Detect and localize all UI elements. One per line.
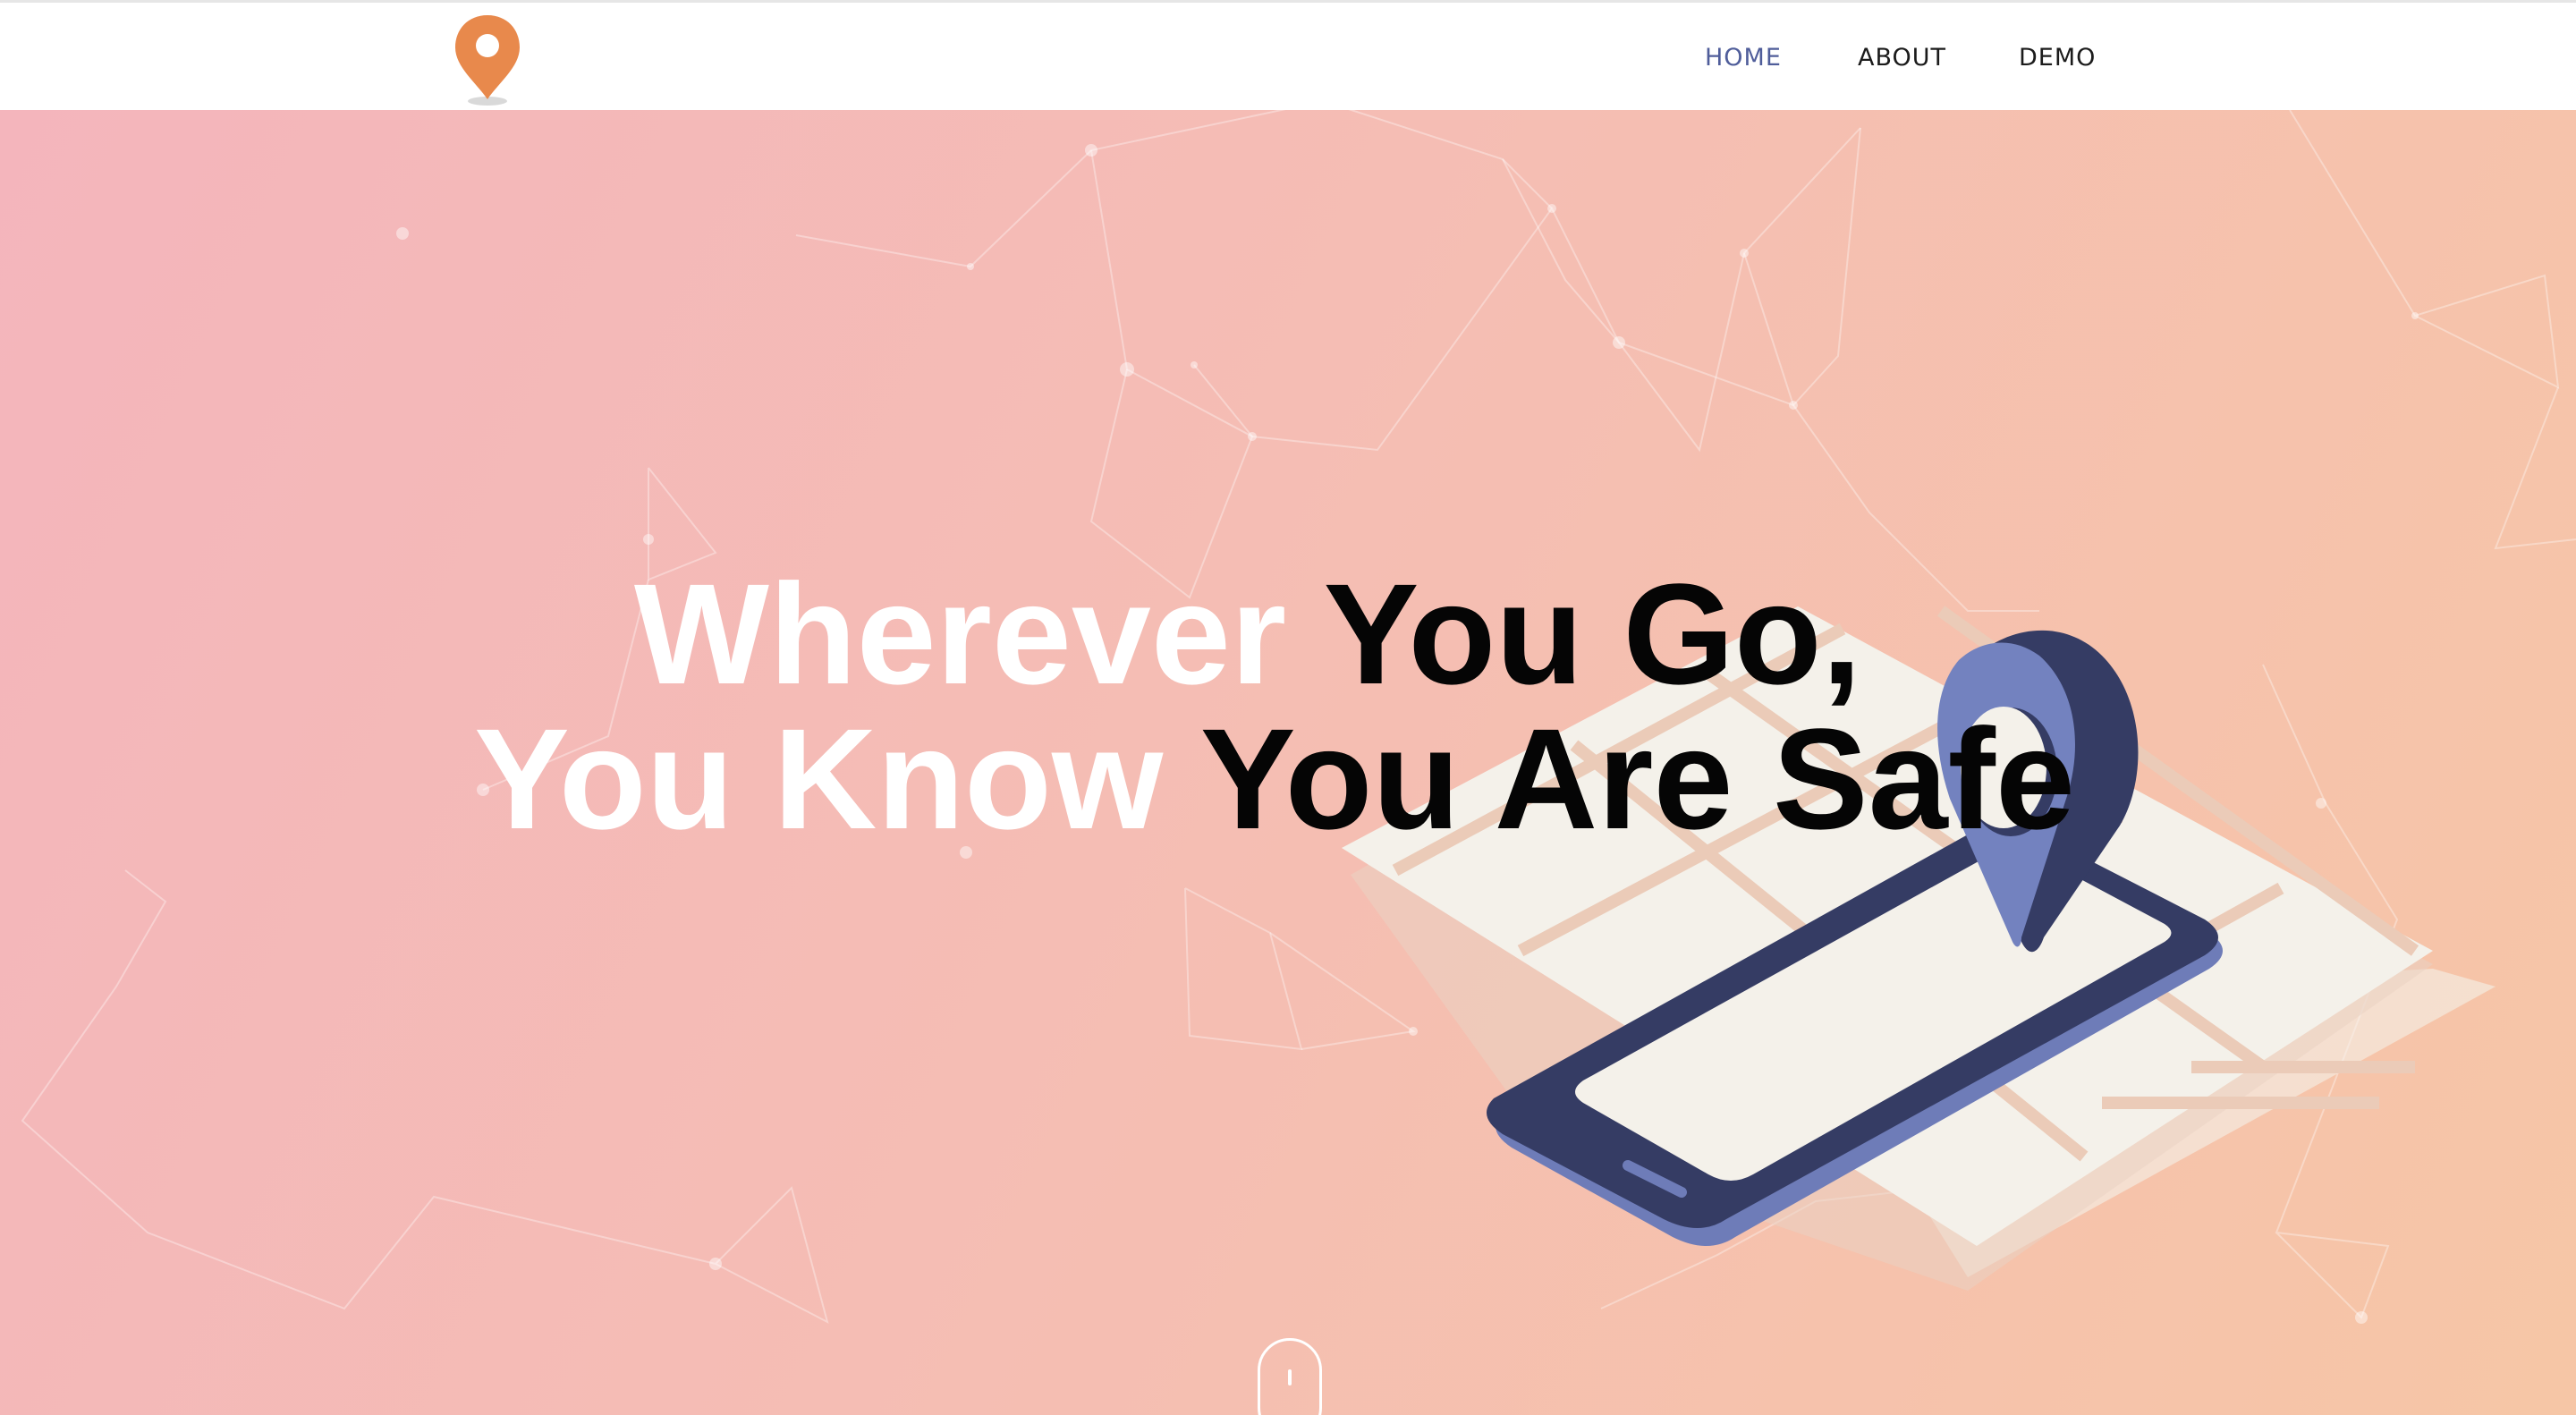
hero-section: Wherever You Go, You Know You Are Safe — [0, 110, 2576, 1415]
top-navigation-bar: HOME ABOUT DEMO — [0, 0, 2576, 110]
headline-line1-black-text: You Go, — [1323, 554, 1862, 714]
nav-about-link[interactable]: ABOUT — [1858, 44, 1946, 72]
nav-demo-link[interactable]: DEMO — [2019, 44, 2096, 72]
headline-line-1: Wherever You Go, — [0, 562, 2576, 707]
scroll-wheel-dot — [1288, 1369, 1292, 1385]
mouse-scroll-icon[interactable] — [1258, 1338, 1322, 1415]
headline-line2-white-text: You Know — [474, 699, 1200, 859]
nav-home-link[interactable]: HOME — [1705, 44, 1782, 72]
headline-line-2: You Know You Are Safe — [0, 707, 2576, 852]
headline-line2-black-text: You Are Safe — [1199, 699, 2075, 859]
hero-headline: Wherever You Go, You Know You Are Safe — [0, 562, 2576, 852]
headline-line1-white-text: Wherever — [633, 554, 1324, 714]
main-nav: HOME ABOUT DEMO — [0, 44, 2576, 80]
